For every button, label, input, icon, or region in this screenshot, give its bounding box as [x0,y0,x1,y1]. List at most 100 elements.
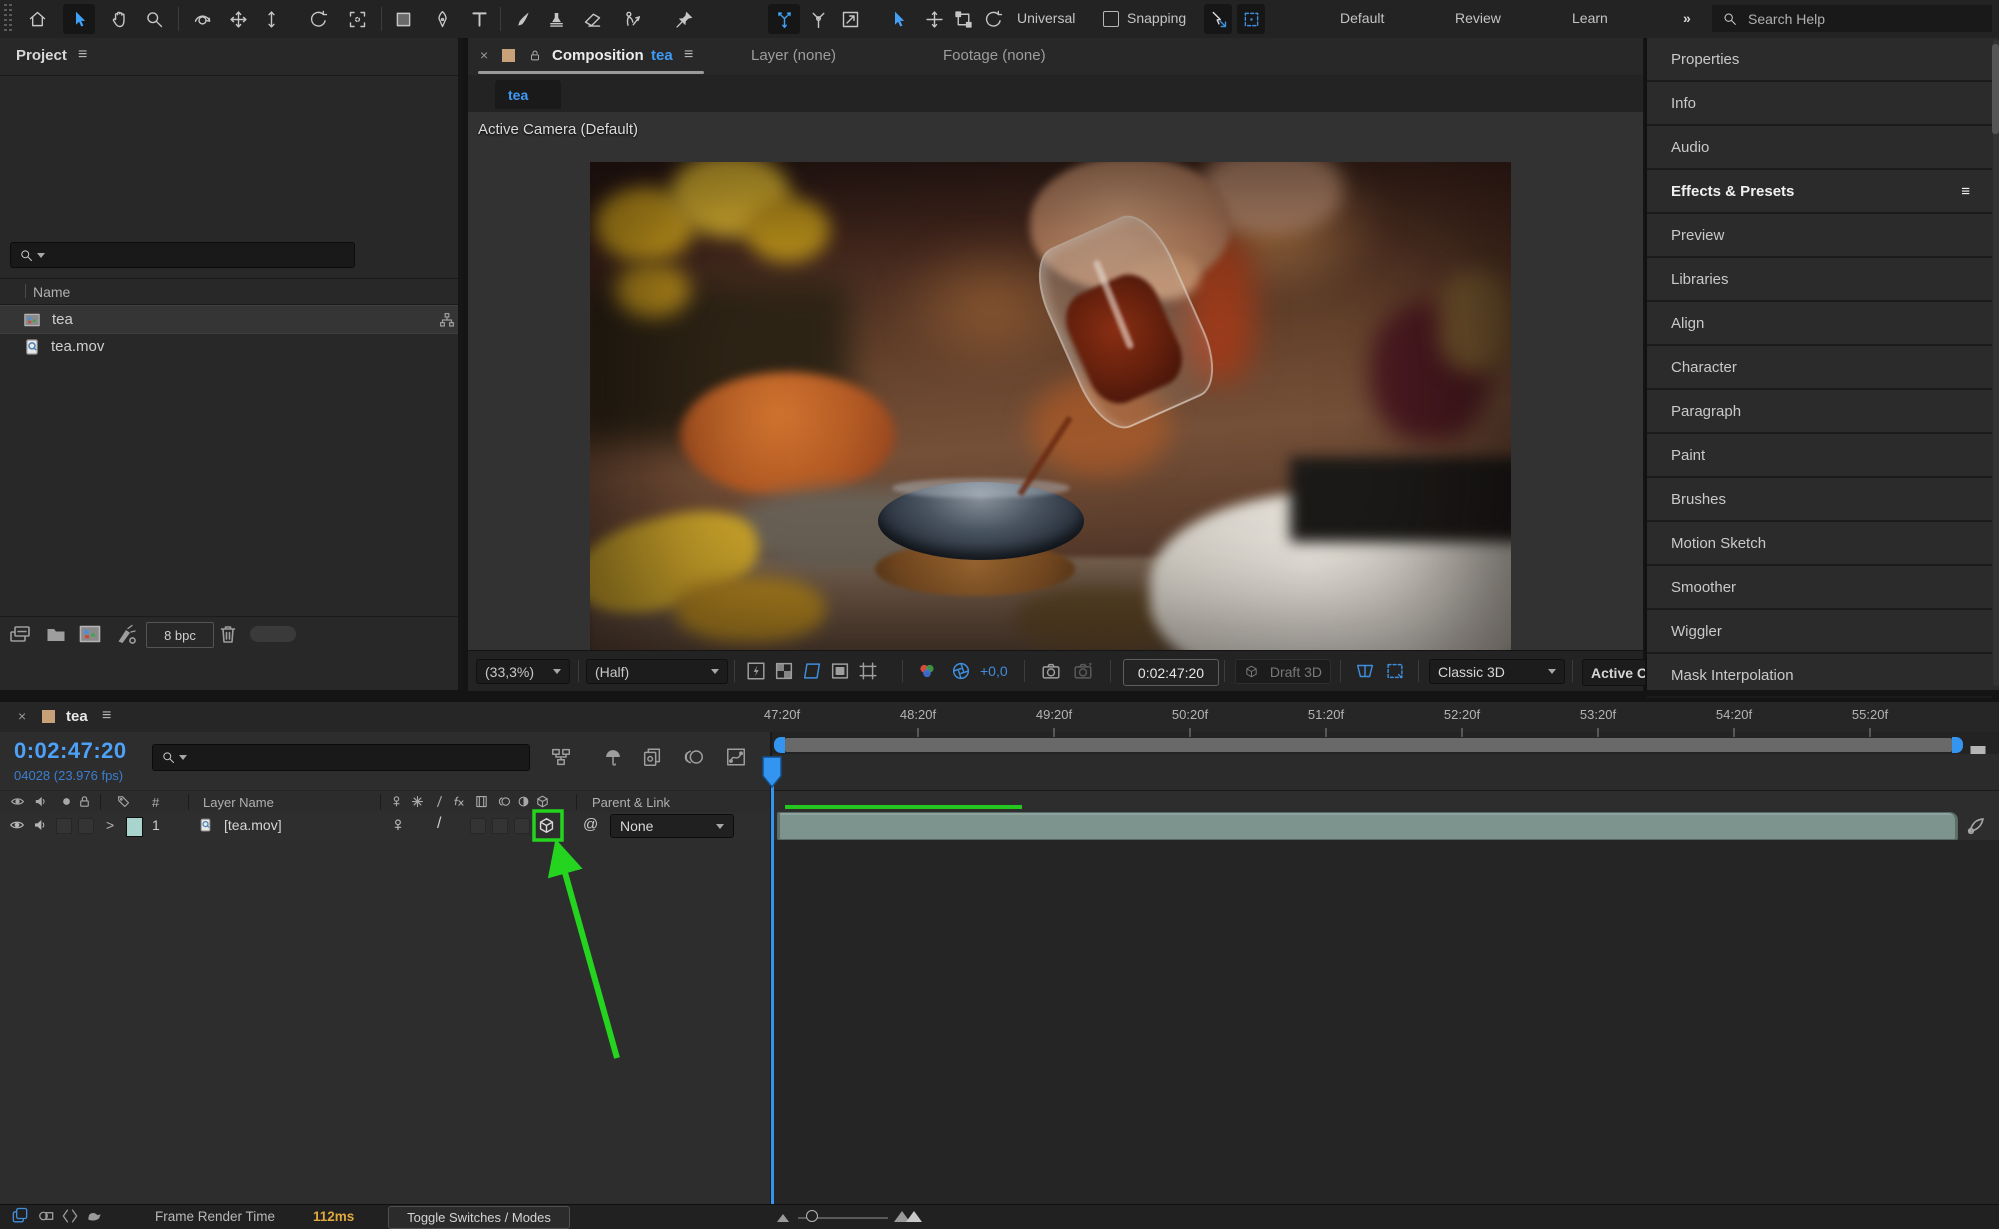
layer-video-toggle[interactable] [9,817,25,833]
panel-tab-wiggler[interactable]: Wiggler [1647,610,1992,654]
workspace-review[interactable]: Review [1455,10,1501,26]
gizmo-scale-mode[interactable] [947,4,979,34]
toggle-switches-modes-button[interactable]: Toggle Switches / Modes [388,1206,570,1229]
comp-subtab-tea[interactable]: tea [495,80,561,109]
panel-tab-effects-presets[interactable]: Effects & Presets≡ [1647,170,1992,214]
project-column-name[interactable]: Name [33,284,70,300]
color-settings-button[interactable] [114,622,138,646]
playhead-marker[interactable] [762,756,782,789]
project-search[interactable] [10,242,355,268]
roto-brush-tool[interactable] [615,4,647,34]
workspace-learn[interactable]: Learn [1572,10,1608,26]
transparency-grid-button[interactable] [773,660,795,682]
layer-shy-switch[interactable] [390,817,406,833]
close-tab-icon[interactable]: × [18,708,26,724]
timeline-zoom-thumb[interactable] [806,1210,818,1222]
expand-switches-pane-button[interactable] [10,1206,30,1226]
tab-composition[interactable]: Composition [552,47,644,64]
zoom-in-mountain-icon-2[interactable] [906,1211,922,1222]
timeline-menu-icon[interactable]: ≡ [102,707,111,725]
effects-presets-menu-icon[interactable]: ≡ [1961,183,1970,200]
comp-panel-menu-icon[interactable]: ≡ [684,46,693,64]
new-composition-button[interactable] [78,622,102,646]
timeline-search-input[interactable] [190,749,521,766]
snapping-label[interactable]: Snapping [1127,10,1186,26]
workspace-default[interactable]: Default [1340,10,1384,26]
panel-tab-align[interactable]: Align [1647,302,1992,346]
gizmo-rotate-mode[interactable] [977,4,1009,34]
toolbar-grip[interactable] [4,4,14,34]
selection-tool[interactable] [63,4,95,34]
timeline-navigator-bar[interactable] [785,738,1952,752]
new-folder-button[interactable] [44,622,68,646]
time-ruler[interactable] [772,754,1999,791]
magnification-dropdown[interactable]: (33,3%) [476,659,570,684]
view-layout-right-button[interactable] [1384,660,1406,682]
mini-flowchart-button[interactable] [550,746,572,768]
puppet-pin-tool[interactable] [668,4,700,34]
layer-row-tea-mov[interactable]: > 1 [tea.mov] / @ None [0,812,770,841]
layer-lock-cell[interactable] [78,818,94,834]
project-item-tea-mov[interactable]: tea.mov [0,333,458,360]
view-axis-mode[interactable] [834,4,866,34]
playhead-line[interactable] [771,786,774,1204]
parent-link-column-header[interactable]: Parent & Link [592,795,670,810]
world-axis-mode[interactable] [802,4,834,34]
help-search[interactable] [1712,5,1992,32]
panel-tab-libraries[interactable]: Libraries [1647,258,1992,302]
channel-button[interactable] [916,660,938,682]
fast-preview-button[interactable] [745,660,767,682]
frame-blending-toggle[interactable] [641,746,663,768]
in-out-pane-button[interactable] [60,1206,80,1226]
layer-effects-cell[interactable] [470,818,486,834]
layer-3d-switch[interactable] [537,816,556,835]
parent-link-dropdown[interactable]: None [610,814,734,838]
pen-tool[interactable] [426,4,458,34]
workspace-overflow[interactable]: » [1683,10,1691,26]
panel-tab-smoother[interactable]: Smoother [1647,566,1992,610]
transfer-controls-pane-button[interactable] [36,1206,56,1226]
layer-frame-blend-cell[interactable] [492,818,508,834]
panel-tab-properties[interactable]: Properties [1647,38,1992,82]
gizmo-position-mode[interactable] [918,4,950,34]
layer-motion-blur-cell[interactable] [514,818,530,834]
help-search-input[interactable] [1746,10,1950,28]
motion-blur-toggle[interactable] [683,746,705,768]
interpret-footage-button[interactable] [8,622,32,646]
panel-tab-paint[interactable]: Paint [1647,434,1992,478]
graph-editor-button[interactable] [725,746,747,768]
panel-tab-preview[interactable]: Preview [1647,214,1992,258]
timeline-timecode[interactable]: 0:02:47:20 [14,738,127,764]
project-panel-menu-icon[interactable]: ≡ [78,46,87,64]
tab-layer[interactable]: Layer (none) [751,47,836,64]
index-column-header[interactable]: # [152,795,159,810]
layer-name-column-header[interactable]: Layer Name [203,795,274,810]
exposure-button[interactable] [950,660,972,682]
close-tab-icon[interactable]: × [480,47,488,63]
sidebar-scrollbar[interactable] [1993,40,1999,686]
panel-tab-character[interactable]: Character [1647,346,1992,390]
rectangle-tool[interactable] [387,4,419,34]
snap-bounds-toggle[interactable] [1237,4,1265,34]
zoom-out-mountain-icon[interactable] [777,1214,789,1222]
mask-visibility-button[interactable] [801,660,823,682]
panel-tab-info[interactable]: Info [1647,82,1992,126]
draft-3d-button[interactable]: Draft 3D [1235,659,1331,684]
view-layout-left-button[interactable] [1354,660,1376,682]
layer-quality-switch[interactable]: / [437,815,441,833]
panel-tab-audio[interactable]: Audio [1647,126,1992,170]
layer-name[interactable]: [tea.mov] [224,817,282,833]
layer-label-chip[interactable] [126,817,143,837]
renderer-dropdown[interactable]: Classic 3D [1429,659,1565,684]
hand-tool[interactable] [103,4,135,34]
project-panel-title[interactable]: Project [16,47,67,64]
delete-item-button[interactable] [216,622,240,646]
timeline-tab-label[interactable]: tea [66,708,88,725]
gizmo-selection-mode[interactable] [882,4,914,34]
tab-footage[interactable]: Footage (none) [943,47,1046,64]
eraser-tool[interactable] [576,4,608,34]
snapping-checkbox[interactable] [1103,11,1119,27]
zoom-tool[interactable] [138,4,170,34]
layer-duration-bar[interactable] [777,812,1958,840]
rotation-tool[interactable] [302,4,334,34]
